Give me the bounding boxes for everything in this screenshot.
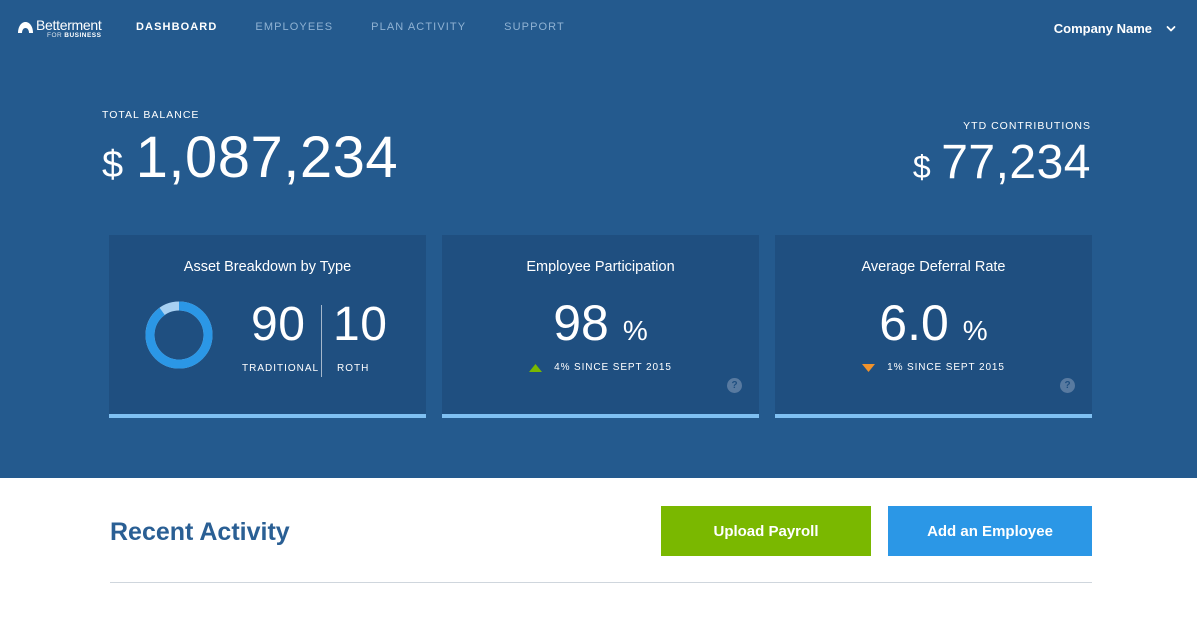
percent-sign: % bbox=[622, 315, 648, 346]
nav-dashboard[interactable]: DASHBOARD bbox=[136, 21, 217, 33]
roth-value: 10 bbox=[333, 298, 388, 351]
donut-traditional-segment bbox=[145, 301, 213, 369]
participation-metric: 98 % bbox=[442, 298, 759, 348]
nav-support[interactable]: SUPPORT bbox=[504, 21, 565, 33]
nav-employees[interactable]: EMPLOYEES bbox=[255, 21, 333, 33]
upload-payroll-button[interactable]: Upload Payroll bbox=[661, 506, 871, 556]
deferral-change: 1% SINCE SEPT 2015 bbox=[775, 362, 1092, 373]
company-menu[interactable]: Company Name bbox=[1054, 21, 1176, 36]
section-divider bbox=[110, 582, 1092, 583]
company-name: Company Name bbox=[1053, 21, 1152, 36]
percent-sign: % bbox=[962, 315, 988, 346]
help-icon[interactable]: ? bbox=[727, 378, 742, 393]
betterment-logo-icon bbox=[18, 22, 33, 33]
participation-change-text: 4% SINCE SEPT 2015 bbox=[554, 362, 672, 373]
traditional-value: 90 bbox=[251, 298, 306, 351]
participation-value: 98 bbox=[553, 295, 609, 351]
betterment-logo[interactable]: Betterment FOR BUSINESS bbox=[17, 17, 102, 40]
deferral-metric: 6.0 % bbox=[775, 298, 1092, 348]
currency-sign: $ bbox=[912, 149, 932, 185]
deferral-value: 6.0 bbox=[879, 295, 949, 351]
average-deferral-card: Average Deferral Rate 6.0 % 1% SINCE SEP… bbox=[775, 235, 1092, 418]
chevron-down-icon bbox=[1166, 25, 1176, 31]
brand-name: Betterment bbox=[36, 17, 102, 33]
ytd-contributions-value: 77,234 bbox=[941, 136, 1091, 189]
ytd-contributions-label: YTD CONTRIBUTIONS bbox=[963, 120, 1091, 132]
main-nav: DASHBOARD EMPLOYEES PLAN ACTIVITY SUPPOR… bbox=[136, 21, 603, 33]
traditional-label: TRADITIONAL bbox=[242, 363, 320, 374]
currency-sign: $ bbox=[102, 144, 124, 186]
asset-breakdown-card: Asset Breakdown by Type 90 TRADITIONAL 1… bbox=[109, 235, 426, 418]
breakdown-divider bbox=[321, 305, 322, 377]
help-icon[interactable]: ? bbox=[1060, 378, 1075, 393]
card-title: Asset Breakdown by Type bbox=[183, 259, 352, 275]
employee-participation-card: Employee Participation 98 % 4% SINCE SEP… bbox=[442, 235, 759, 418]
asset-donut-chart bbox=[145, 301, 213, 369]
recent-activity-title: Recent Activity bbox=[110, 518, 290, 546]
brand-subtitle: FOR BUSINESS bbox=[36, 32, 102, 40]
total-balance-value: 1,087,234 bbox=[135, 125, 399, 190]
card-title: Employee Participation bbox=[526, 259, 675, 275]
deferral-change-text: 1% SINCE SEPT 2015 bbox=[887, 362, 1005, 373]
total-balance-label: TOTAL BALANCE bbox=[102, 109, 200, 121]
dashboard-hero: Betterment FOR BUSINESS DASHBOARD EMPLOYE… bbox=[0, 0, 1197, 478]
participation-change: 4% SINCE SEPT 2015 bbox=[442, 362, 759, 373]
nav-plan-activity[interactable]: PLAN ACTIVITY bbox=[371, 21, 466, 33]
brand-sub-for: FOR bbox=[47, 32, 63, 39]
brand-sub-business: BUSINESS bbox=[64, 32, 102, 39]
triangle-down-icon bbox=[862, 363, 876, 372]
triangle-up-icon bbox=[529, 363, 543, 372]
add-employee-button[interactable]: Add an Employee bbox=[888, 506, 1092, 556]
total-balance-amount: $ 1,087,234 bbox=[102, 124, 398, 191]
card-title: Average Deferral Rate bbox=[861, 259, 1006, 275]
ytd-contributions-amount: $ 77,234 bbox=[913, 135, 1091, 190]
roth-label: ROTH bbox=[337, 363, 370, 374]
